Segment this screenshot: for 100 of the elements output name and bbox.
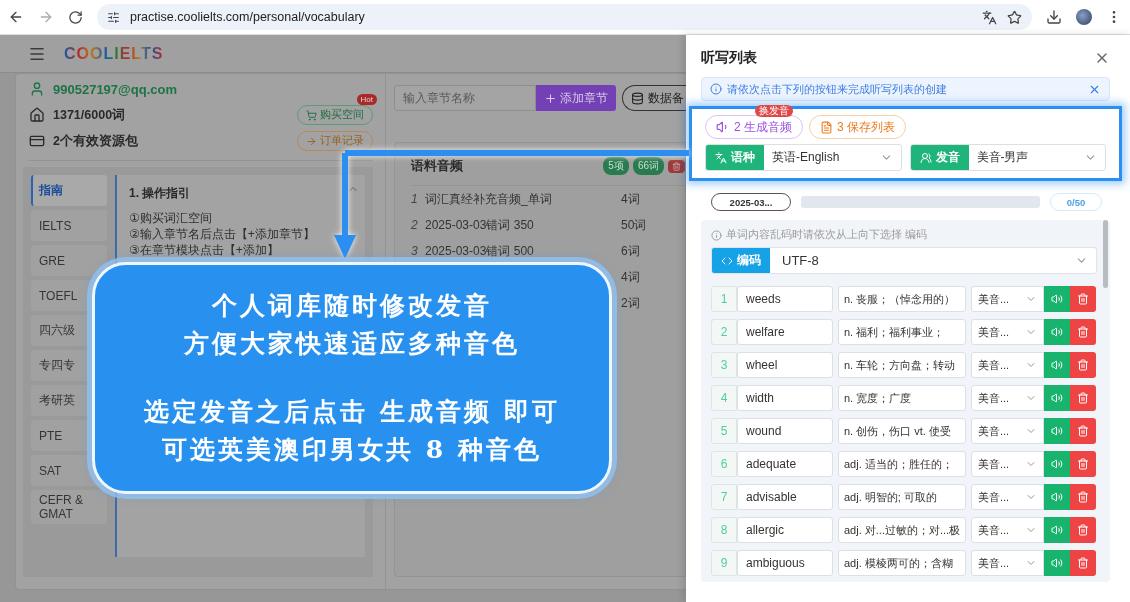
info-icon [711, 229, 722, 241]
translate-icon[interactable] [982, 9, 997, 25]
definition-field[interactable]: adj. 明智的; 可取的 [838, 484, 966, 510]
trash-icon [672, 161, 681, 171]
definition-field[interactable]: n. 车轮；方向盘；转动 [838, 352, 966, 378]
word-field[interactable]: allergic [737, 517, 833, 543]
row-number: 1 [411, 192, 418, 206]
card-icon [29, 133, 45, 149]
forward-icon[interactable] [38, 9, 54, 25]
play-button[interactable] [1044, 451, 1070, 477]
play-button[interactable] [1044, 286, 1070, 312]
delete-badge[interactable] [668, 159, 685, 173]
row-number: 7 [711, 484, 737, 510]
voice-dropdown[interactable]: 美音... [971, 352, 1044, 378]
word-field[interactable]: wheel [737, 352, 833, 378]
trash-icon [1077, 458, 1089, 470]
delete-button[interactable] [1070, 418, 1096, 444]
corpus-name[interactable]: 2025-03-03错词 500 [425, 243, 534, 258]
word-field[interactable]: ambiguous [737, 550, 833, 576]
guide-step: ②输入章节名后点击【+添加章节】 [129, 226, 353, 242]
count-badge: 5项 [603, 157, 629, 175]
voice-dropdown[interactable]: 美音... [971, 550, 1044, 576]
speaker-icon [1051, 458, 1063, 470]
voice-dropdown[interactable]: 美音... [971, 517, 1044, 543]
sidebar-tab[interactable]: CEFR & GMAT [31, 490, 107, 524]
word-field[interactable]: width [737, 385, 833, 411]
encoding-select[interactable]: 编码 UTF-8 [711, 247, 1097, 274]
delete-button[interactable] [1070, 385, 1096, 411]
definition-field[interactable]: n. 宽度；广度 [838, 385, 966, 411]
play-button[interactable] [1044, 550, 1070, 576]
definition-field[interactable]: n. 福利；福利事业； [838, 319, 966, 345]
corpus-name[interactable]: 词汇真经补充音频_单词 [425, 191, 552, 206]
speaker-icon [1051, 425, 1063, 437]
download-icon[interactable] [1046, 9, 1062, 25]
definition-field[interactable]: adj. 适当的；胜任的； [838, 451, 966, 477]
row-number: 9 [711, 550, 737, 576]
delete-button[interactable] [1070, 451, 1096, 477]
address-bar[interactable]: practise.coolielts.com/personal/vocabulary [97, 4, 1032, 30]
corpus-name[interactable]: 2025-03-03错词 350 [425, 217, 534, 232]
play-button[interactable] [1044, 517, 1070, 543]
definition-field[interactable]: n. 丧服；（悼念用的） [838, 286, 966, 312]
speaker-icon [1051, 359, 1063, 371]
row-number: 2 [711, 319, 737, 345]
play-button[interactable] [1044, 352, 1070, 378]
voice-dropdown[interactable]: 美音... [971, 484, 1044, 510]
voice-dropdown[interactable]: 美音... [971, 385, 1044, 411]
site-settings-icon[interactable] [107, 10, 120, 24]
word-field[interactable]: wound [737, 418, 833, 444]
trash-icon [1077, 557, 1089, 569]
trash-icon [1077, 359, 1089, 371]
word-field[interactable]: welfare [737, 319, 833, 345]
add-chapter-button[interactable]: 添加章节 [536, 85, 616, 111]
delete-button[interactable] [1070, 352, 1096, 378]
word-field[interactable]: weeds [737, 286, 833, 312]
scrollbar-thumb[interactable] [1103, 220, 1108, 288]
definition-field[interactable]: adj. 对...过敏的；对...极 [838, 517, 966, 543]
voice-dropdown[interactable]: 美音... [971, 418, 1044, 444]
back-icon[interactable] [8, 9, 24, 25]
play-button[interactable] [1044, 418, 1070, 444]
delete-button[interactable] [1070, 484, 1096, 510]
sidebar-tab[interactable]: GRE [31, 245, 107, 276]
word-field[interactable]: adequate [737, 451, 833, 477]
row-number: 8 [711, 517, 737, 543]
language-select[interactable]: 语种 英语-English [705, 144, 902, 171]
bookmark-star-icon[interactable] [1007, 9, 1022, 25]
reload-icon[interactable] [68, 9, 83, 25]
delete-button[interactable] [1070, 319, 1096, 345]
hint-text: 单词内容乱码时请依次从上向下选择 编码 [726, 228, 927, 242]
voice-dropdown[interactable]: 美音... [971, 451, 1044, 477]
profile-avatar[interactable] [1076, 9, 1092, 25]
guide-title: 1. 操作指引 [129, 185, 192, 202]
play-button[interactable] [1044, 484, 1070, 510]
definition-field[interactable]: adj. 模棱两可的；含糊 [838, 550, 966, 576]
user-email: 990527197@qq.com [53, 81, 177, 97]
word-count: 6词 [621, 242, 641, 260]
word-field[interactable]: advisable [737, 484, 833, 510]
corpus-title: 语料音频 [411, 157, 464, 175]
translate-icon [715, 151, 727, 164]
home-icon [29, 107, 45, 123]
delete-button[interactable] [1070, 517, 1096, 543]
definition-field[interactable]: n. 创伤，伤口 vt. 使受 [838, 418, 966, 444]
trash-icon [1077, 392, 1089, 404]
select-label: 语种 [731, 149, 755, 166]
trash-icon [1077, 491, 1089, 503]
callout-text: 方便大家快速适应多种音色 [184, 328, 520, 360]
generate-audio-button[interactable]: 2 生成音频 [705, 115, 803, 139]
plus-icon [544, 91, 557, 105]
delete-button[interactable] [1070, 550, 1096, 576]
sidebar-tab[interactable]: IELTS [31, 210, 107, 241]
voice-select[interactable]: 发音 美音-男声 [909, 144, 1106, 171]
play-button[interactable] [1044, 385, 1070, 411]
arrow-right-icon [306, 135, 317, 147]
guide-step: ①购买词汇空间 [129, 210, 353, 226]
play-button[interactable] [1044, 319, 1070, 345]
voice-dropdown[interactable]: 美音... [971, 286, 1044, 312]
delete-button[interactable] [1070, 286, 1096, 312]
voice-dropdown[interactable]: 美音... [971, 319, 1044, 345]
speaker-icon [1051, 392, 1063, 404]
word-count: 2词 [621, 294, 641, 312]
row-number: 3 [711, 352, 737, 378]
